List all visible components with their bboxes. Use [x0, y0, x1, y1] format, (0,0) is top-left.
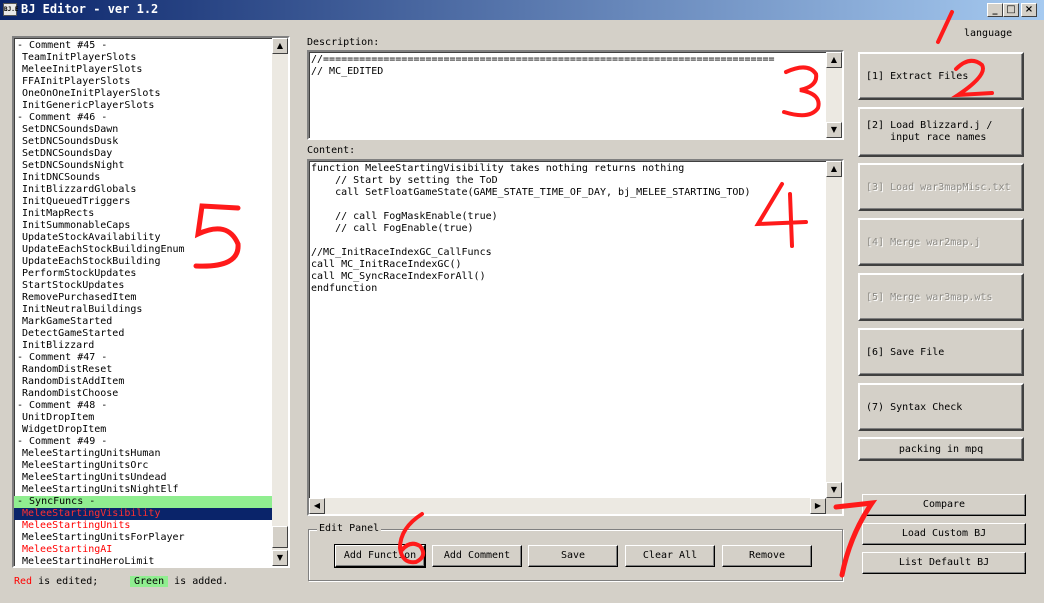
legend-green: Green is added. [130, 576, 228, 587]
merge-j-button[interactable]: [4] Merge war2map.j [858, 218, 1024, 266]
add-comment-button[interactable]: Add Comment [432, 545, 522, 567]
remove-button[interactable]: Remove [722, 545, 812, 567]
list-item[interactable]: RandomDistReset [14, 364, 272, 376]
list-item[interactable]: InitBlizzard [14, 340, 272, 352]
list-item[interactable]: MeleeStartingUnitsHuman [14, 448, 272, 460]
scroll-up-arrow-icon[interactable]: ▲ [826, 161, 842, 177]
description-label: Description: [307, 37, 380, 48]
function-list-items: - Comment #45 - TeamInitPlayerSlots MeleeI… [14, 40, 272, 564]
annotation-1 [936, 10, 954, 44]
minimize-button[interactable]: _ [987, 3, 1003, 17]
list-item[interactable]: SetDNCSoundsDay [14, 148, 272, 160]
list-group-header[interactable]: - Comment #46 - [14, 112, 272, 124]
list-item[interactable]: TeamInitPlayerSlots [14, 52, 272, 64]
edit-panel-label: Edit Panel [317, 523, 382, 534]
list-item[interactable]: InitDNCSounds [14, 172, 272, 184]
list-item[interactable]: MeleeStartingVisibility [14, 508, 272, 520]
list-group-header[interactable]: - Comment #45 - [14, 40, 272, 52]
load-misc-button[interactable]: [3] Load war3mapMisc.txt [858, 163, 1024, 211]
annotation-3 [782, 65, 821, 118]
list-item[interactable]: SetDNCSoundsDawn [14, 124, 272, 136]
list-item[interactable]: UnitDropItem [14, 412, 272, 424]
title-bar: BJ.E BJ Editor - ver 1.2 _ □ × [0, 0, 1044, 20]
legend-green-word: Green [130, 576, 169, 587]
extract-files-button[interactable]: [1] Extract Files [858, 52, 1024, 100]
list-item[interactable]: WidgetDropItem [14, 424, 272, 436]
maximize-button[interactable]: □ [1003, 3, 1019, 17]
edit-panel: Edit Panel Add Function Add Comment Save… [308, 523, 843, 581]
function-list[interactable]: - Comment #45 - TeamInitPlayerSlots MeleeI… [12, 36, 290, 568]
list-item[interactable]: InitGenericPlayerSlots [14, 100, 272, 112]
merge-wts-button[interactable]: [5] Merge war3map.wts [858, 273, 1024, 321]
list-item[interactable]: MeleeStartingUnits [14, 520, 272, 532]
compare-button[interactable]: Compare [862, 494, 1026, 516]
list-item[interactable]: MeleeInitPlayerSlots [14, 64, 272, 76]
list-item[interactable]: RemovePurchasedItem [14, 292, 272, 304]
save-file-button[interactable]: [6] Save File [858, 328, 1024, 376]
content-hscrollbar[interactable]: ◀ ▶ [309, 498, 826, 514]
scroll-right-arrow-icon[interactable]: ▶ [810, 498, 826, 514]
list-item[interactable]: InitBlizzardGlobals [14, 184, 272, 196]
scroll-up-arrow-icon[interactable]: ▲ [272, 38, 288, 54]
list-item[interactable]: FFAInitPlayerSlots [14, 76, 272, 88]
list-item[interactable]: MeleeStartingUnitsForPlayer [14, 532, 272, 544]
legend-green-text: is added. [174, 576, 229, 587]
content-label: Content: [307, 145, 356, 156]
list-item[interactable]: SetDNCSoundsDusk [14, 136, 272, 148]
content-text: function MeleeStartingVisibility takes n… [311, 163, 751, 294]
list-item[interactable]: DetectGameStarted [14, 328, 272, 340]
scroll-thumb[interactable] [272, 526, 288, 548]
list-group-header[interactable]: - Comment #47 - [14, 352, 272, 364]
annotation-6 [397, 512, 426, 565]
scroll-down-arrow-icon[interactable]: ▼ [272, 550, 288, 566]
list-group-header[interactable]: - Comment #48 - [14, 400, 272, 412]
scroll-up-arrow-icon[interactable]: ▲ [826, 52, 842, 68]
list-group-header[interactable]: - SyncFuncs - [14, 496, 272, 508]
content-vscrollbar[interactable]: ▲ ▼ [826, 161, 842, 498]
legend-red-word: Red [14, 576, 33, 587]
annotation-4 [754, 182, 808, 248]
list-item[interactable]: MeleeStartingAI [14, 544, 272, 556]
list-item[interactable]: OneOnOneInitPlayerSlots [14, 88, 272, 100]
list-item[interactable]: MeleeStartingUnitsUndead [14, 472, 272, 484]
clear-all-button[interactable]: Clear All [625, 545, 715, 567]
list-item[interactable]: MarkGameStarted [14, 316, 272, 328]
description-scrollbar[interactable]: ▲ ▼ [826, 52, 842, 138]
syntax-check-button[interactable]: (7) Syntax Check [858, 383, 1024, 431]
list-item[interactable]: RandomDistAddItem [14, 376, 272, 388]
list-item[interactable]: StartStockUpdates [14, 280, 272, 292]
window-title: BJ Editor - ver 1.2 [21, 2, 159, 16]
load-custom-bj-button[interactable]: Load Custom BJ [862, 523, 1026, 545]
list-item[interactable]: SetDNCSoundsNight [14, 160, 272, 172]
list-group-header[interactable]: - Comment #49 - [14, 436, 272, 448]
description-text: //======================================… [311, 54, 775, 77]
packing-mpq-button[interactable]: packing in mpq [858, 437, 1024, 461]
list-item[interactable]: MeleeStartingUnitsNightElf [14, 484, 272, 496]
save-button[interactable]: Save [528, 545, 618, 567]
load-blizzard-button[interactable]: [2] Load Blizzard.j / input race names [858, 107, 1024, 157]
legend-red-text: is edited; [38, 576, 99, 587]
scroll-left-arrow-icon[interactable]: ◀ [309, 498, 325, 514]
list-item[interactable]: MeleeStartingHeroLimit [14, 556, 272, 564]
app-icon: BJ.E [3, 3, 18, 16]
legend-red: Red is edited; [14, 576, 98, 587]
function-list-scrollbar[interactable]: ▲ ▼ [272, 38, 288, 566]
close-button[interactable]: × [1021, 3, 1037, 17]
list-default-bj-button[interactable]: List Default BJ [862, 552, 1026, 574]
description-textarea[interactable]: //======================================… [307, 50, 844, 140]
annotation-2 [950, 58, 994, 98]
list-item[interactable]: RandomDistChoose [14, 388, 272, 400]
annotation-7 [833, 499, 878, 578]
annotation-5 [193, 203, 241, 269]
scroll-down-arrow-icon[interactable]: ▼ [826, 122, 842, 138]
list-item[interactable]: MeleeStartingUnitsOrc [14, 460, 272, 472]
language-link[interactable]: language [964, 28, 1012, 39]
list-item[interactable]: InitNeutralBuildings [14, 304, 272, 316]
